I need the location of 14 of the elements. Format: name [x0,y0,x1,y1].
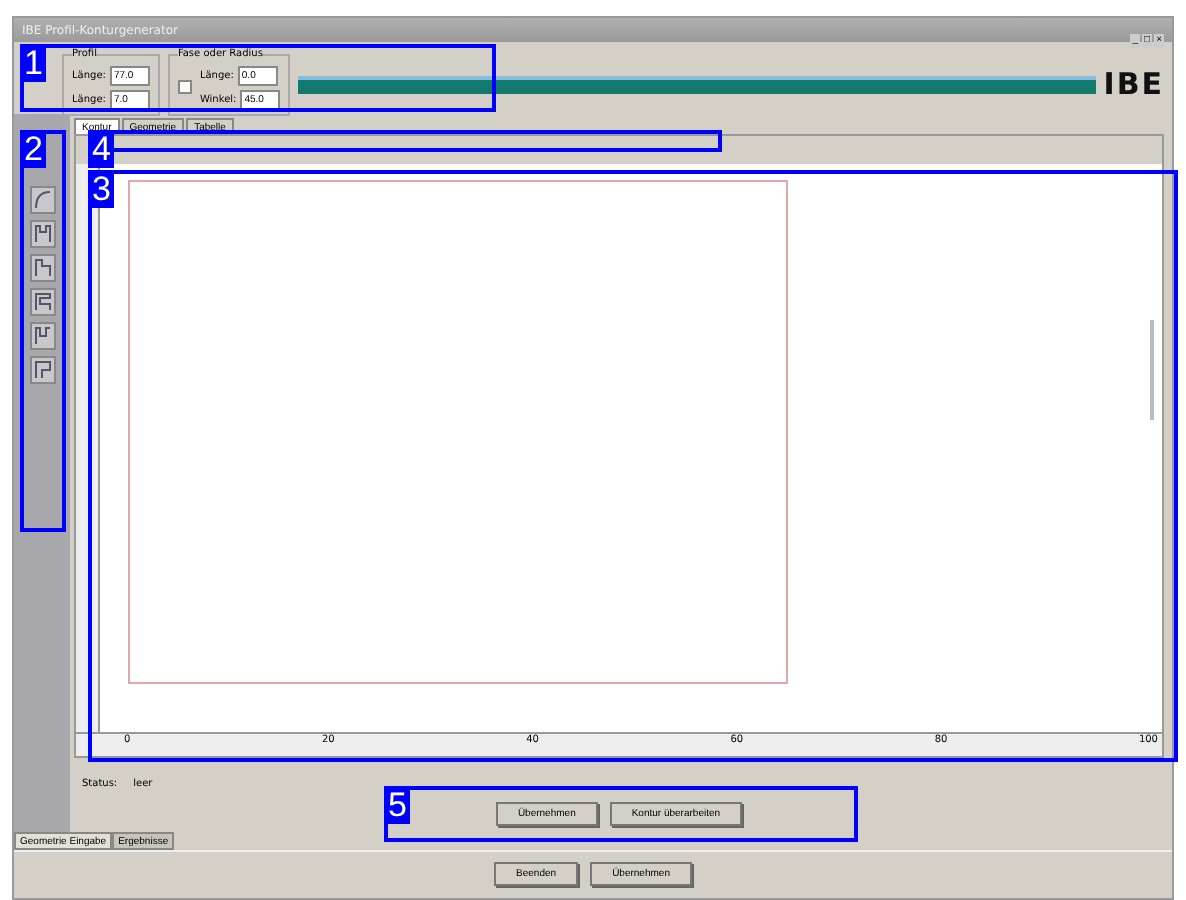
tool-button[interactable] [29,322,55,350]
callout-number: 4 [88,130,115,168]
tool-button[interactable] [29,186,55,214]
tool-button[interactable] [29,220,55,248]
tool-button[interactable] [29,288,55,316]
tool-button[interactable] [29,254,55,282]
callout-number: 5 [384,786,411,824]
scrollbar [1150,320,1154,420]
callout-number: 1 [20,44,47,82]
tool-button[interactable] [29,356,55,384]
checkbox[interactable] [177,80,192,94]
callout-number: 2 [20,130,47,168]
callout-number: 3 [88,170,115,208]
logo: IBE [1103,66,1164,102]
